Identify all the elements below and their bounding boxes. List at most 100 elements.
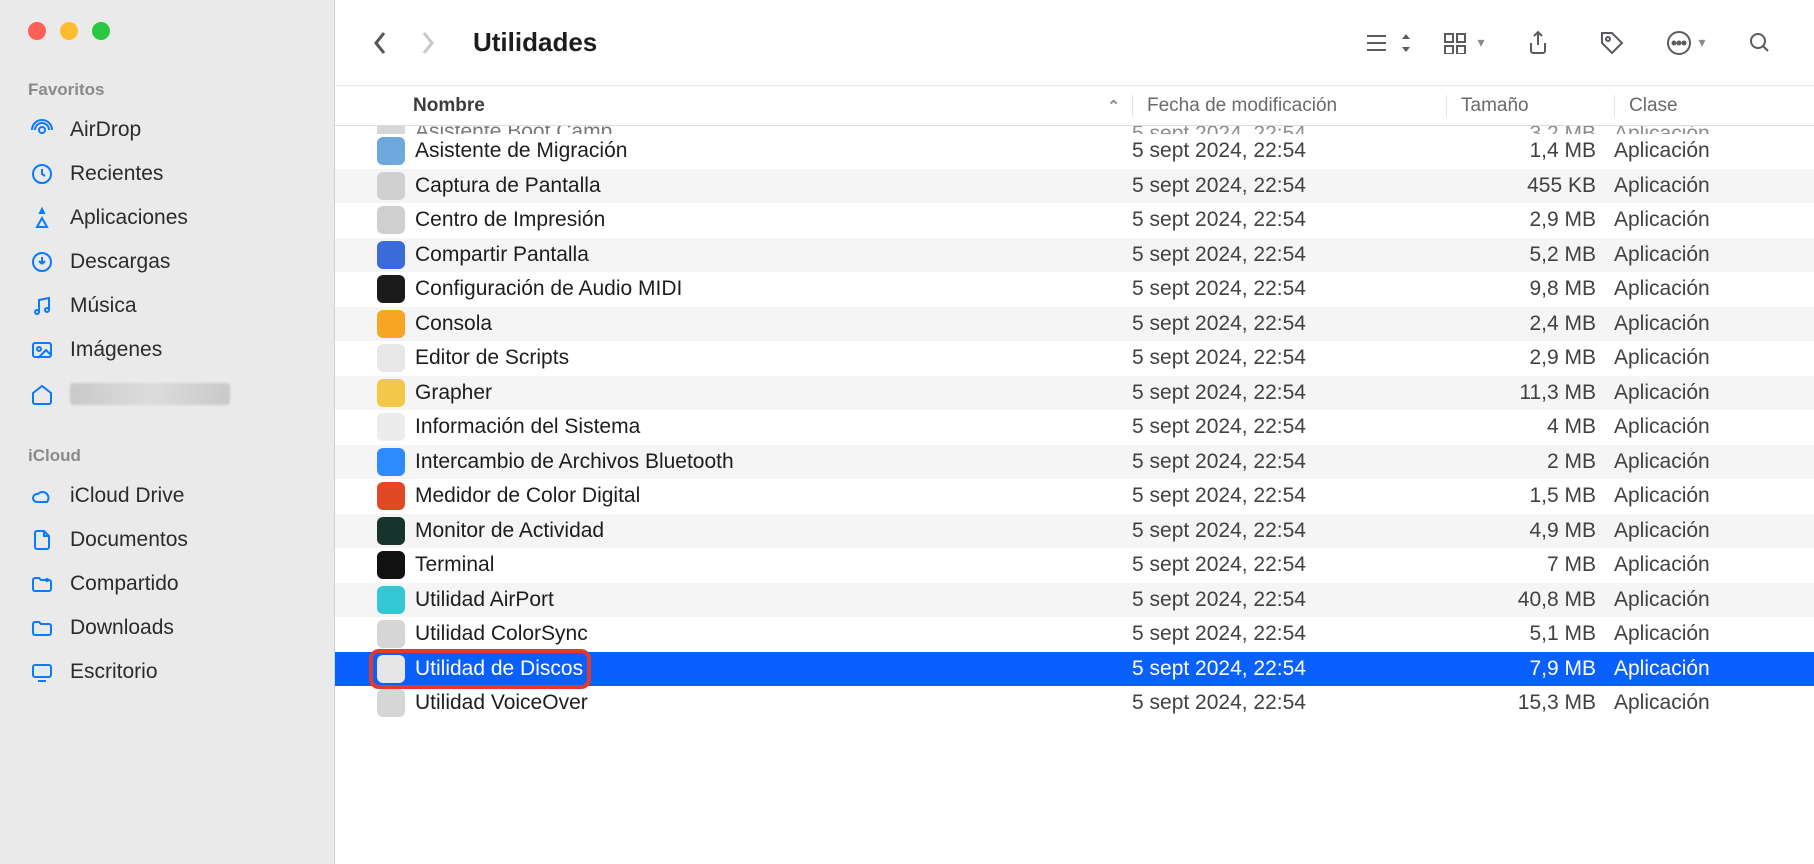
file-kind: Aplicación — [1614, 381, 1814, 405]
file-kind: Aplicación — [1614, 346, 1814, 370]
sidebar-item-icloud-drive[interactable]: iCloud Drive — [0, 474, 334, 518]
table-row-partial[interactable]: Asistente Boot Camp 5 sept 2024, 22:54 3… — [335, 126, 1814, 134]
app-icon — [377, 310, 405, 338]
app-icon — [377, 517, 405, 545]
table-row[interactable]: Utilidad de Discos 5 sept 2024, 22:547,9 … — [335, 652, 1814, 687]
table-row[interactable]: Configuración de Audio MIDI5 sept 2024, … — [335, 272, 1814, 307]
table-row[interactable]: Información del Sistema5 sept 2024, 22:5… — [335, 410, 1814, 445]
file-kind: Aplicación — [1614, 519, 1814, 543]
home-icon — [28, 380, 56, 408]
sidebar-item-label: Recientes — [70, 162, 163, 186]
file-name: Utilidad de Discos — [415, 657, 583, 681]
sidebar-item-airdrop[interactable]: AirDrop — [0, 108, 334, 152]
sidebar-item-downloads[interactable]: Downloads — [0, 606, 334, 650]
table-row[interactable]: Compartir Pantalla5 sept 2024, 22:545,2 … — [335, 238, 1814, 273]
column-date[interactable]: Fecha de modificación — [1132, 95, 1446, 117]
file-kind: Aplicación — [1614, 588, 1814, 612]
search-button[interactable] — [1738, 23, 1782, 63]
table-row[interactable]: Consola5 sept 2024, 22:542,4 MBAplicació… — [335, 307, 1814, 342]
table-row[interactable]: Monitor de Actividad5 sept 2024, 22:544,… — [335, 514, 1814, 549]
file-name: Medidor de Color Digital — [415, 484, 640, 508]
action-menu-button[interactable]: ▾ — [1664, 23, 1708, 63]
sidebar-item-label: AirDrop — [70, 118, 141, 142]
table-row[interactable]: Asistente de Migración5 sept 2024, 22:54… — [335, 134, 1814, 169]
table-row[interactable]: Medidor de Color Digital5 sept 2024, 22:… — [335, 479, 1814, 514]
app-icon — [377, 413, 405, 441]
app-icon — [377, 448, 405, 476]
sidebar-item-label: Escritorio — [70, 660, 158, 684]
back-button[interactable] — [367, 26, 393, 60]
sidebar-item-escritorio[interactable]: Escritorio — [0, 650, 334, 694]
file-date: 5 sept 2024, 22:54 — [1132, 691, 1446, 715]
shared-folder-icon — [28, 570, 56, 598]
fullscreen-button[interactable] — [92, 22, 110, 40]
sidebar-item-musica[interactable]: Música — [0, 284, 334, 328]
file-date: 5 sept 2024, 22:54 — [1132, 243, 1446, 267]
close-button[interactable] — [28, 22, 46, 40]
share-button[interactable] — [1516, 23, 1560, 63]
app-icon — [377, 275, 405, 303]
file-size: 5,2 MB — [1446, 243, 1614, 267]
sidebar-item-label: Documentos — [70, 528, 188, 552]
images-icon — [28, 336, 56, 364]
table-row[interactable]: Terminal5 sept 2024, 22:547 MBAplicación — [335, 548, 1814, 583]
file-kind: Aplicación — [1614, 139, 1814, 163]
file-kind: Aplicación — [1614, 622, 1814, 646]
group-button[interactable]: ▾ — [1442, 23, 1486, 63]
table-row[interactable]: Intercambio de Archivos Bluetooth5 sept … — [335, 445, 1814, 480]
minimize-button[interactable] — [60, 22, 78, 40]
table-row[interactable]: Centro de Impresión5 sept 2024, 22:542,9… — [335, 203, 1814, 238]
file-date: 5 sept 2024, 22:54 — [1132, 381, 1446, 405]
file-date: 5 sept 2024, 22:54 — [1132, 657, 1446, 681]
sidebar-item-recientes[interactable]: Recientes — [0, 152, 334, 196]
download-icon — [28, 248, 56, 276]
column-name-label: Nombre — [413, 95, 485, 117]
app-icon — [377, 379, 405, 407]
sidebar-item-imagenes[interactable]: Imágenes — [0, 328, 334, 372]
column-size[interactable]: Tamaño — [1446, 95, 1614, 117]
column-kind[interactable]: Clase — [1614, 95, 1814, 117]
table-row[interactable]: Grapher5 sept 2024, 22:5411,3 MBAplicaci… — [335, 376, 1814, 411]
file-kind: Aplicación — [1614, 450, 1814, 474]
table-row[interactable]: Captura de Pantalla 5 sept 2024, 22:54455… — [335, 169, 1814, 204]
file-date: 5 sept 2024, 22:54 — [1132, 208, 1446, 232]
file-size: 1,5 MB — [1446, 484, 1614, 508]
file-size: 455 KB — [1446, 174, 1614, 198]
file-list[interactable]: Asistente Boot Camp 5 sept 2024, 22:54 3… — [335, 126, 1814, 864]
app-icon — [377, 241, 405, 269]
file-size: 11,3 MB — [1446, 381, 1614, 405]
redacted-label — [70, 383, 230, 405]
file-name: Terminal — [415, 553, 494, 577]
file-date: 5 sept 2024, 22:54 — [1132, 174, 1446, 198]
file-name: Información del Sistema — [415, 415, 640, 439]
sidebar-item-home[interactable] — [0, 372, 334, 416]
file-size: 4,9 MB — [1446, 519, 1614, 543]
file-name: Captura de Pantalla — [415, 174, 601, 198]
folder-icon — [28, 614, 56, 642]
main-pane: Utilidades ▾ ▾ — [335, 0, 1814, 864]
chevron-down-icon: ▾ — [1698, 34, 1705, 51]
file-kind: Aplicación — [1614, 277, 1814, 301]
file-size: 7,9 MB — [1446, 657, 1614, 681]
sidebar-item-label: Imágenes — [70, 338, 162, 362]
sidebar-item-label: Descargas — [70, 250, 170, 274]
table-row[interactable]: Editor de Scripts5 sept 2024, 22:542,9 M… — [335, 341, 1814, 376]
tag-button[interactable] — [1590, 23, 1634, 63]
file-date: 5 sept 2024, 22:54 — [1132, 277, 1446, 301]
column-name[interactable]: Nombre ⌃ — [413, 95, 1132, 117]
file-kind: Aplicación — [1614, 415, 1814, 439]
file-size: 40,8 MB — [1446, 588, 1614, 612]
file-date: 5 sept 2024, 22:54 — [1132, 622, 1446, 646]
view-list-button[interactable] — [1364, 23, 1412, 63]
table-row[interactable]: Utilidad VoiceOver5 sept 2024, 22:5415,3… — [335, 686, 1814, 721]
toolbar: Utilidades ▾ ▾ — [335, 0, 1814, 86]
table-row[interactable]: Utilidad AirPort5 sept 2024, 22:5440,8 M… — [335, 583, 1814, 618]
file-kind: Aplicación — [1614, 691, 1814, 715]
sidebar-item-descargas[interactable]: Descargas — [0, 240, 334, 284]
sidebar-item-documentos[interactable]: Documentos — [0, 518, 334, 562]
sidebar-item-aplicaciones[interactable]: Aplicaciones — [0, 196, 334, 240]
table-row[interactable]: Utilidad ColorSync5 sept 2024, 22:545,1 … — [335, 617, 1814, 652]
sidebar-item-compartido[interactable]: Compartido — [0, 562, 334, 606]
file-kind: Aplicación — [1614, 208, 1814, 232]
forward-button[interactable] — [415, 26, 441, 60]
